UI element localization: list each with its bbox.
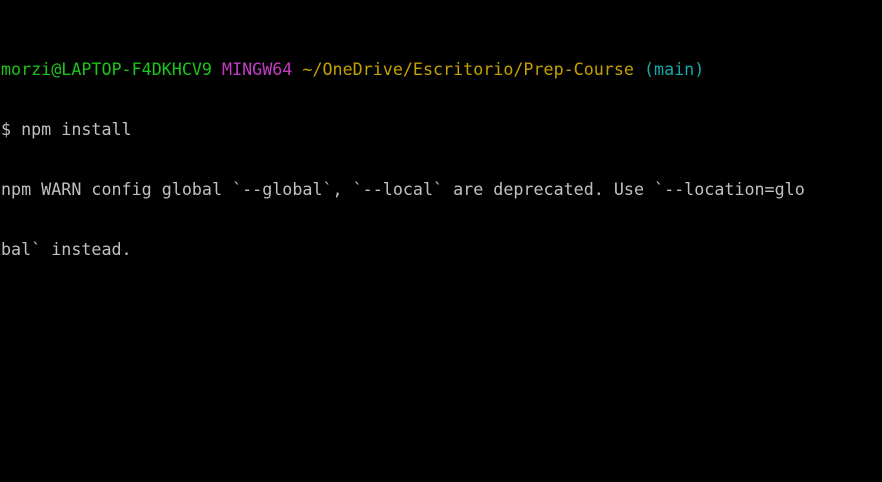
output-text: npm WARN config global `--global`, `--lo… <box>1 179 805 199</box>
terminal-window[interactable]: morzi@LAPTOP-F4DKHCV9 MINGW64 ~/OneDrive… <box>0 0 882 482</box>
output-text: bal` instead. <box>1 239 132 259</box>
prompt-user-host: morzi@LAPTOP-F4DKHCV9 <box>1 59 212 79</box>
output-line-1: npm WARN config global `--global`, `--lo… <box>1 179 882 199</box>
prompt-line: morzi@LAPTOP-F4DKHCV9 MINGW64 ~/OneDrive… <box>1 59 882 79</box>
command-text: npm install <box>21 119 132 139</box>
prompt-symbol: $ <box>1 119 12 139</box>
command-line: $ npm install <box>1 119 882 139</box>
prompt-branch: (main) <box>644 59 705 79</box>
prompt-path: ~/OneDrive/Escritorio/Prep-Course <box>302 59 634 79</box>
output-line-2: bal` instead. <box>1 239 882 259</box>
prompt-system: MINGW64 <box>222 59 293 79</box>
